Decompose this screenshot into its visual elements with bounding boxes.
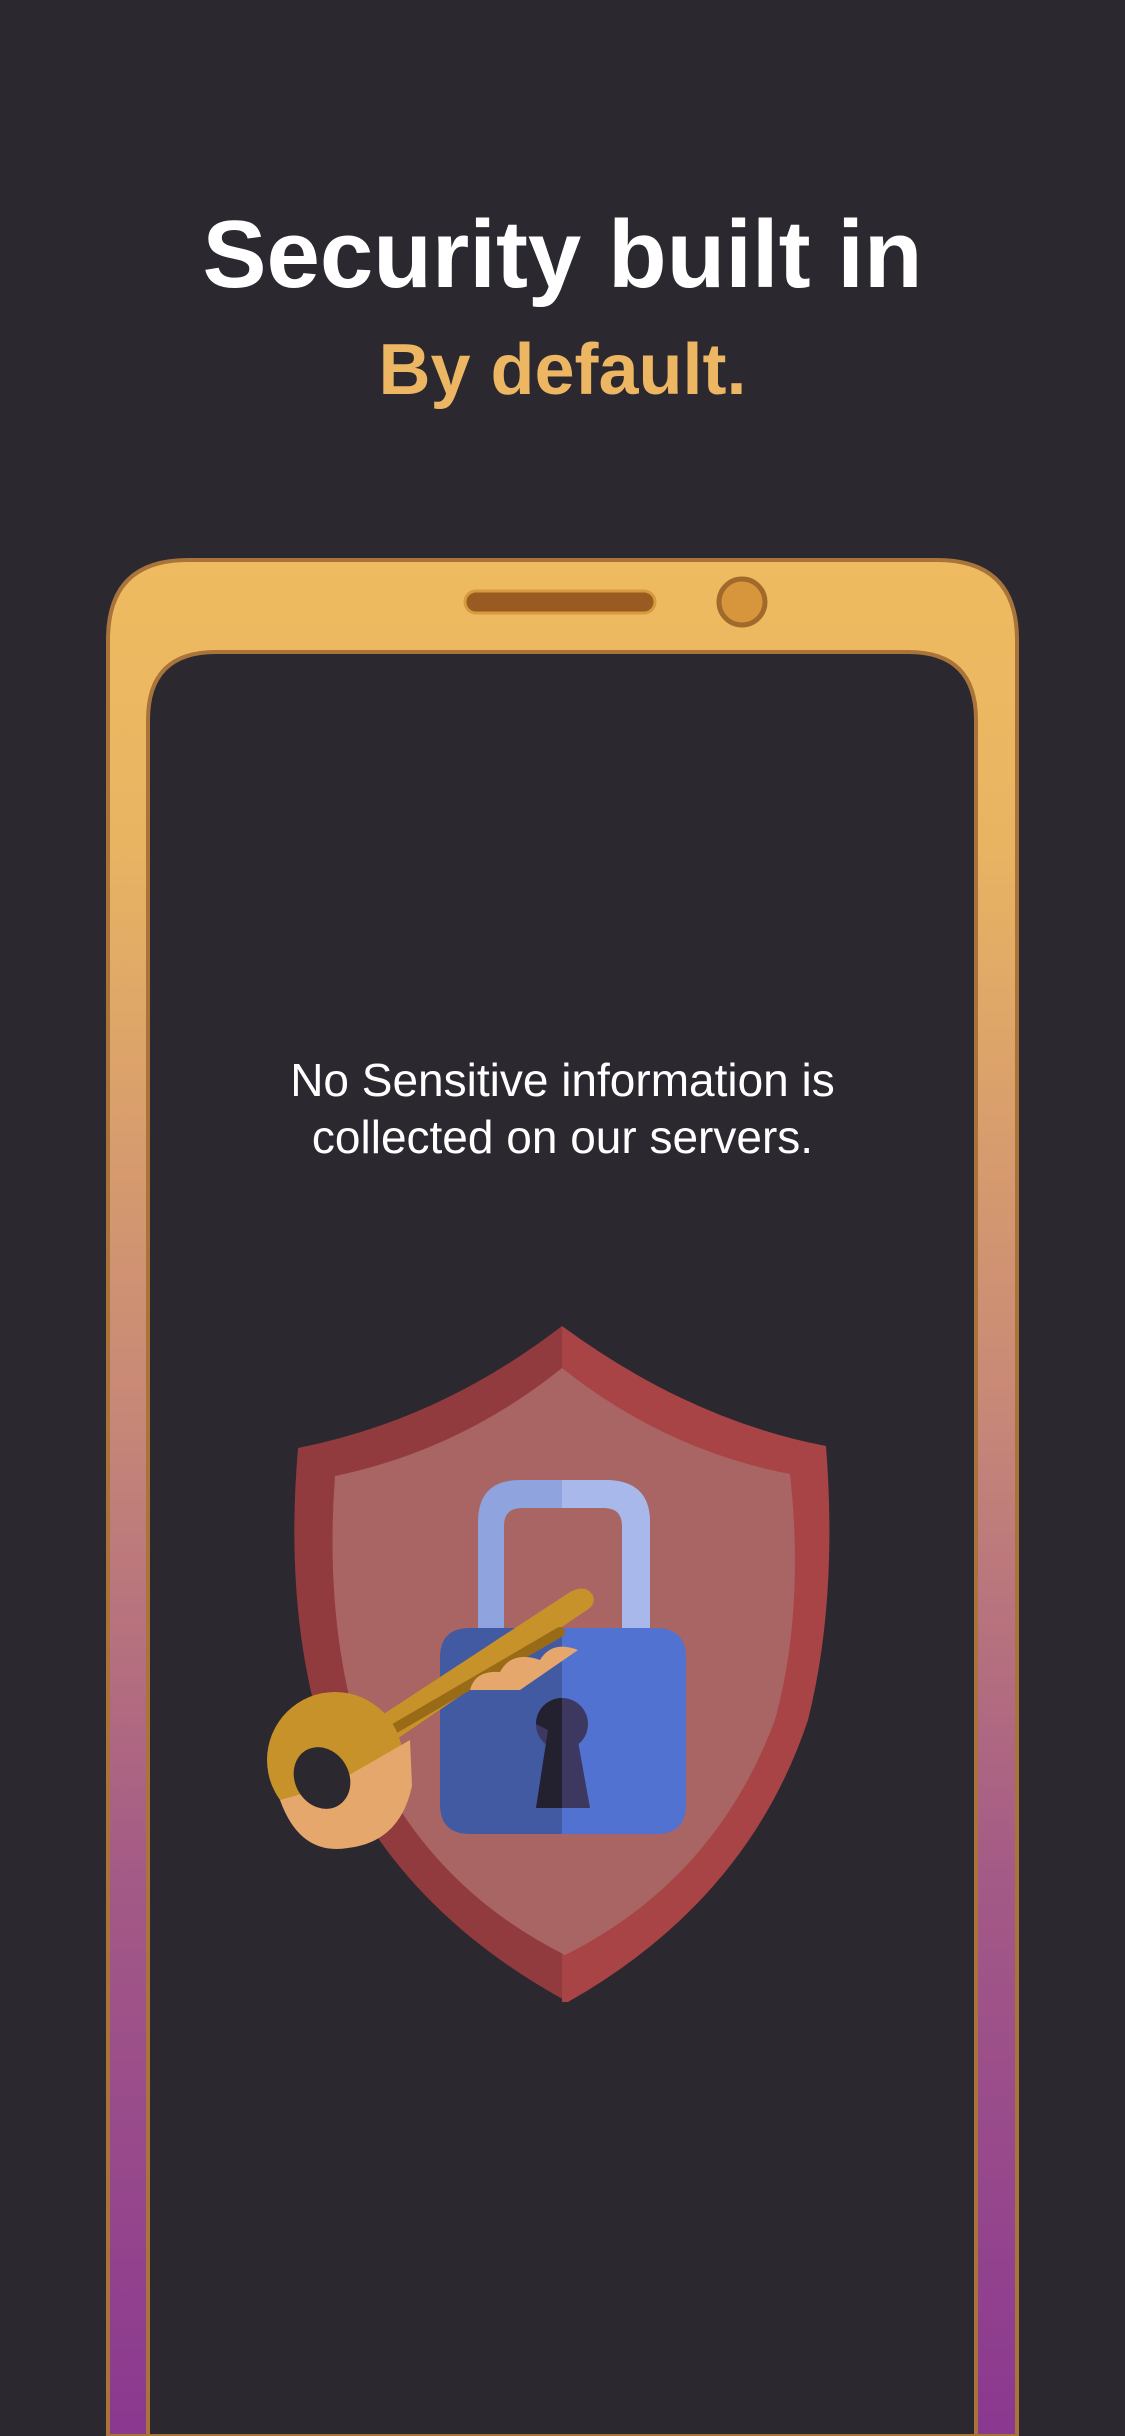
- security-illustration: [267, 1326, 830, 2002]
